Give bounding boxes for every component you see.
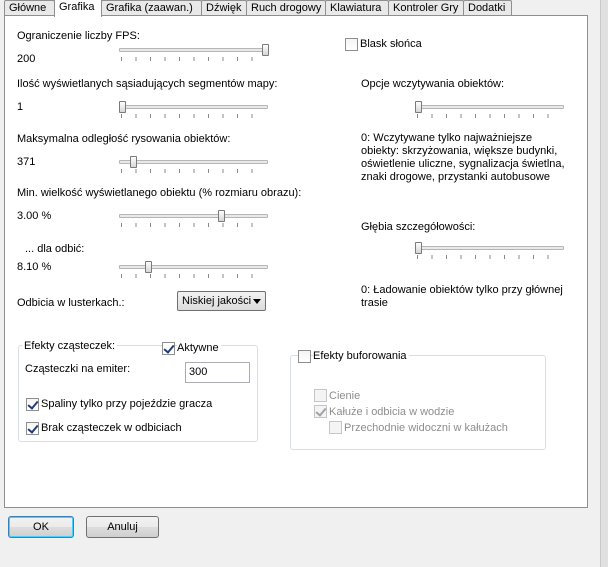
sunlight-checkbox[interactable] (345, 38, 358, 51)
draw-distance-value: 371 (17, 156, 36, 168)
tab-kontroler-gry[interactable]: Kontroler Gry (388, 0, 464, 16)
particles-active-label: Aktywne (177, 342, 221, 355)
chevron-down-icon (253, 299, 261, 304)
tab-dodatki[interactable]: Dodatki (463, 0, 512, 16)
emitter-input[interactable]: 300 (185, 362, 250, 383)
passersby-in-puddles-label: Przechodnie widoczni w kałużach (344, 422, 508, 434)
detail-depth-slider[interactable] (415, 242, 564, 262)
tab-grafika[interactable]: Grafika (54, 0, 102, 17)
segments-slider[interactable] (119, 101, 268, 121)
min-object-label: Min. wielkość wyświetlanego obiektu (% r… (17, 187, 302, 199)
min-object-slider[interactable] (119, 210, 268, 230)
fps-slider[interactable] (119, 44, 269, 64)
reflection-object-label: ... dla odbić: (25, 243, 85, 255)
tab-panel-grafika: Ograniczenie liczby FPS: 200 Ilość wyświ… (4, 15, 588, 508)
reflection-object-slider[interactable] (119, 261, 268, 281)
detail-depth-description: 0: Ładowanie obiektów tylko przy głównej… (361, 284, 563, 309)
slider-thumb[interactable] (119, 101, 126, 113)
segments-label: Ilość wyświetlanych sąsiadujących segmen… (17, 78, 278, 90)
fps-value: 200 (17, 53, 36, 65)
tab-glowne[interactable]: Główne (4, 0, 55, 16)
puddles-checkbox[interactable] (314, 405, 327, 418)
tab-grafika-zaawansowana[interactable]: Grafika (zaawan.) (101, 0, 202, 16)
sunlight-label: Blask słońca (360, 38, 422, 50)
emitter-label: Cząsteczki na emiter: (25, 363, 131, 375)
object-loading-label: Opcje wczytywania obiektów: (361, 78, 505, 90)
reflection-object-value: 8.10 % (17, 261, 52, 273)
slider-thumb[interactable] (144, 261, 152, 273)
detail-depth-label: Głębia szczegółowości: (361, 221, 476, 233)
buffered-effects-label: Efekty buforowania (313, 350, 409, 363)
slider-thumb[interactable] (415, 101, 422, 113)
object-loading-slider[interactable] (415, 101, 564, 121)
no-reflection-particles-checkbox[interactable] (26, 422, 39, 435)
tab-klawiatura[interactable]: Klawiatura (325, 0, 389, 16)
particles-active-checkbox[interactable] (162, 342, 175, 355)
slider-thumb[interactable] (415, 242, 422, 254)
mirror-label: Odbicia w lusterkach.: (17, 297, 125, 309)
mirror-quality-select[interactable]: Niskiej jakości (177, 291, 266, 311)
exhaust-label: Spaliny tylko przy pojeździe gracza (41, 398, 213, 410)
no-reflection-particles-label: Brak cząsteczek w odbiciach (41, 422, 182, 434)
ok-button[interactable]: OK (8, 516, 74, 538)
mirror-quality-value: Niskiej jakości (182, 295, 252, 307)
object-loading-description: 0: Wczytywane tylko najważniejsze obiekt… (361, 132, 565, 183)
passersby-in-puddles-checkbox[interactable] (329, 421, 342, 434)
draw-distance-slider[interactable] (119, 156, 268, 176)
draw-distance-label: Maksymalna odległość rysowania obiektów: (17, 133, 231, 145)
cancel-button[interactable]: Anuluj (86, 516, 159, 538)
particles-title: Efekty cząsteczek: (22, 340, 118, 353)
fps-label: Ograniczenie liczby FPS: (17, 30, 140, 42)
tab-bar: Główne Grafika Grafika (zaawan.) Dźwięk … (4, 0, 608, 17)
shadows-checkbox[interactable] (314, 389, 327, 402)
buffered-effects-checkbox[interactable] (298, 350, 311, 363)
tab-ruch-drogowy[interactable]: Ruch drogowy (246, 0, 326, 16)
min-object-value: 3.00 % (17, 210, 52, 222)
exhaust-checkbox[interactable] (26, 398, 39, 411)
slider-thumb[interactable] (217, 210, 225, 222)
puddles-label: Kałuże i odbicia w wodzie (329, 406, 455, 418)
shadows-label: Cienie (329, 390, 361, 402)
slider-thumb[interactable] (130, 156, 138, 168)
tab-dzwiek[interactable]: Dźwięk (201, 0, 247, 16)
segments-value: 1 (17, 101, 24, 113)
window-edge (600, 0, 608, 567)
slider-thumb[interactable] (262, 44, 269, 56)
